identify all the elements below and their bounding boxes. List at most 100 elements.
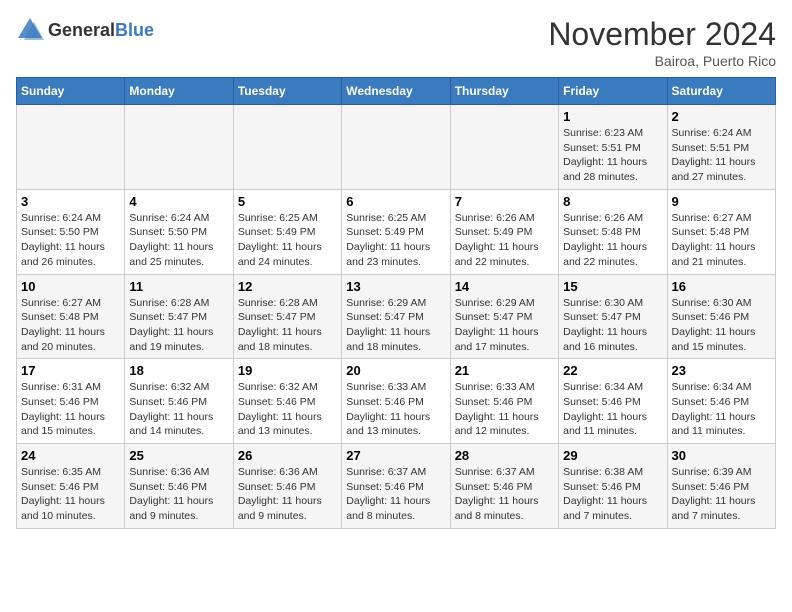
day-info: Sunrise: 6:24 AMSunset: 5:50 PMDaylight:… [21,211,120,270]
month-title: November 2024 [548,16,776,53]
logo-blue: Blue [115,21,154,39]
day-info: Sunrise: 6:26 AMSunset: 5:48 PMDaylight:… [563,211,662,270]
weekday-row: SundayMondayTuesdayWednesdayThursdayFrid… [17,78,776,105]
day-number: 26 [238,448,337,463]
calendar-cell: 26 Sunrise: 6:36 AMSunset: 5:46 PMDayligh… [233,444,341,529]
day-number: 12 [238,279,337,294]
day-number: 2 [672,109,771,124]
day-info: Sunrise: 6:36 AMSunset: 5:46 PMDaylight:… [238,465,337,524]
day-number: 4 [129,194,228,209]
day-info: Sunrise: 6:23 AMSunset: 5:51 PMDaylight:… [563,126,662,185]
weekday-header: Sunday [17,78,125,105]
weekday-header: Tuesday [233,78,341,105]
day-number: 29 [563,448,662,463]
day-number: 3 [21,194,120,209]
weekday-header: Friday [559,78,667,105]
day-number: 25 [129,448,228,463]
calendar-cell: 25 Sunrise: 6:36 AMSunset: 5:46 PMDayligh… [125,444,233,529]
day-number: 7 [455,194,554,209]
day-number: 17 [21,363,120,378]
calendar-cell: 16Sunrise: 6:30 AMSunset: 5:46 PMDayligh… [667,274,775,359]
calendar-cell [125,105,233,190]
day-info: Sunrise: 6:27 AMSunset: 5:48 PMDaylight:… [21,296,120,355]
day-info: Sunrise: 6:29 AMSunset: 5:47 PMDaylight:… [455,296,554,355]
day-info: Sunrise: 6:24 AMSunset: 5:51 PMDaylight:… [672,126,771,185]
day-info: Sunrise: 6:36 AMSunset: 5:46 PMDaylight:… [129,465,228,524]
day-number: 27 [346,448,445,463]
calendar-cell [342,105,450,190]
day-info: Sunrise: 6:37 AMSunset: 5:46 PMDaylight:… [455,465,554,524]
calendar-cell: 4 Sunrise: 6:24 AMSunset: 5:50 PMDaylight… [125,189,233,274]
calendar-cell: 20Sunrise: 6:33 AMSunset: 5:46 PMDayligh… [342,359,450,444]
day-number: 28 [455,448,554,463]
calendar-cell: 1 Sunrise: 6:23 AMSunset: 5:51 PMDaylight… [559,105,667,190]
calendar-cell: 2 Sunrise: 6:24 AMSunset: 5:51 PMDaylight… [667,105,775,190]
calendar-cell: 6Sunrise: 6:25 AMSunset: 5:49 PMDaylight… [342,189,450,274]
day-number: 1 [563,109,662,124]
calendar-cell: 11Sunrise: 6:28 AMSunset: 5:47 PMDayligh… [125,274,233,359]
weekday-header: Saturday [667,78,775,105]
calendar-cell: 28 Sunrise: 6:37 AMSunset: 5:46 PMDayligh… [450,444,558,529]
calendar-week-row: 3 Sunrise: 6:24 AMSunset: 5:50 PMDaylight… [17,189,776,274]
calendar-header: SundayMondayTuesdayWednesdayThursdayFrid… [17,78,776,105]
calendar-cell: 19 Sunrise: 6:32 AMSunset: 5:46 PMDayligh… [233,359,341,444]
calendar-week-row: 17 Sunrise: 6:31 AMSunset: 5:46 PMDayligh… [17,359,776,444]
calendar-table: SundayMondayTuesdayWednesdayThursdayFrid… [16,77,776,529]
day-number: 15 [563,279,662,294]
calendar-cell: 23 Sunrise: 6:34 AMSunset: 5:46 PMDayligh… [667,359,775,444]
day-info: Sunrise: 6:39 AMSunset: 5:46 PMDaylight:… [672,465,771,524]
calendar-cell: 13Sunrise: 6:29 AMSunset: 5:47 PMDayligh… [342,274,450,359]
day-number: 13 [346,279,445,294]
calendar-cell: 27 Sunrise: 6:37 AMSunset: 5:46 PMDayligh… [342,444,450,529]
day-number: 24 [21,448,120,463]
day-number: 21 [455,363,554,378]
calendar-week-row: 10 Sunrise: 6:27 AMSunset: 5:48 PMDayligh… [17,274,776,359]
calendar-cell: 14Sunrise: 6:29 AMSunset: 5:47 PMDayligh… [450,274,558,359]
day-info: Sunrise: 6:38 AMSunset: 5:46 PMDaylight:… [563,465,662,524]
calendar-cell: 21 Sunrise: 6:33 AMSunset: 5:46 PMDayligh… [450,359,558,444]
calendar-cell: 18Sunrise: 6:32 AMSunset: 5:46 PMDayligh… [125,359,233,444]
page-header: General Blue November 2024 Bairoa, Puert… [16,16,776,69]
weekday-header: Thursday [450,78,558,105]
calendar-cell: 10 Sunrise: 6:27 AMSunset: 5:48 PMDayligh… [17,274,125,359]
calendar-cell: 24 Sunrise: 6:35 AMSunset: 5:46 PMDayligh… [17,444,125,529]
calendar-cell: 15Sunrise: 6:30 AMSunset: 5:47 PMDayligh… [559,274,667,359]
weekday-header: Wednesday [342,78,450,105]
day-info: Sunrise: 6:33 AMSunset: 5:46 PMDaylight:… [455,380,554,439]
day-number: 5 [238,194,337,209]
day-info: Sunrise: 6:37 AMSunset: 5:46 PMDaylight:… [346,465,445,524]
day-info: Sunrise: 6:32 AMSunset: 5:46 PMDaylight:… [238,380,337,439]
day-info: Sunrise: 6:25 AMSunset: 5:49 PMDaylight:… [346,211,445,270]
calendar-cell: 29 Sunrise: 6:38 AMSunset: 5:46 PMDayligh… [559,444,667,529]
calendar-cell: 8Sunrise: 6:26 AMSunset: 5:48 PMDaylight… [559,189,667,274]
calendar-cell: 3 Sunrise: 6:24 AMSunset: 5:50 PMDaylight… [17,189,125,274]
calendar-cell: 17 Sunrise: 6:31 AMSunset: 5:46 PMDayligh… [17,359,125,444]
calendar-cell [450,105,558,190]
day-info: Sunrise: 6:28 AMSunset: 5:47 PMDaylight:… [238,296,337,355]
weekday-header: Monday [125,78,233,105]
logo-text: General Blue [48,21,154,39]
day-info: Sunrise: 6:32 AMSunset: 5:46 PMDaylight:… [129,380,228,439]
day-number: 23 [672,363,771,378]
day-info: Sunrise: 6:34 AMSunset: 5:46 PMDaylight:… [672,380,771,439]
day-number: 30 [672,448,771,463]
day-number: 9 [672,194,771,209]
day-info: Sunrise: 6:26 AMSunset: 5:49 PMDaylight:… [455,211,554,270]
day-number: 10 [21,279,120,294]
calendar-cell [233,105,341,190]
calendar-cell: 5Sunrise: 6:25 AMSunset: 5:49 PMDaylight… [233,189,341,274]
calendar-body: 1 Sunrise: 6:23 AMSunset: 5:51 PMDaylight… [17,105,776,529]
day-number: 19 [238,363,337,378]
logo-icon [16,16,44,44]
day-info: Sunrise: 6:31 AMSunset: 5:46 PMDaylight:… [21,380,120,439]
day-number: 16 [672,279,771,294]
title-block: November 2024 Bairoa, Puerto Rico [548,16,776,69]
calendar-cell: 30 Sunrise: 6:39 AMSunset: 5:46 PMDayligh… [667,444,775,529]
day-info: Sunrise: 6:24 AMSunset: 5:50 PMDaylight:… [129,211,228,270]
calendar-cell [17,105,125,190]
calendar-week-row: 24 Sunrise: 6:35 AMSunset: 5:46 PMDayligh… [17,444,776,529]
calendar-cell: 22Sunrise: 6:34 AMSunset: 5:46 PMDayligh… [559,359,667,444]
day-info: Sunrise: 6:35 AMSunset: 5:46 PMDaylight:… [21,465,120,524]
calendar-week-row: 1 Sunrise: 6:23 AMSunset: 5:51 PMDaylight… [17,105,776,190]
calendar-cell: 12 Sunrise: 6:28 AMSunset: 5:47 PMDayligh… [233,274,341,359]
